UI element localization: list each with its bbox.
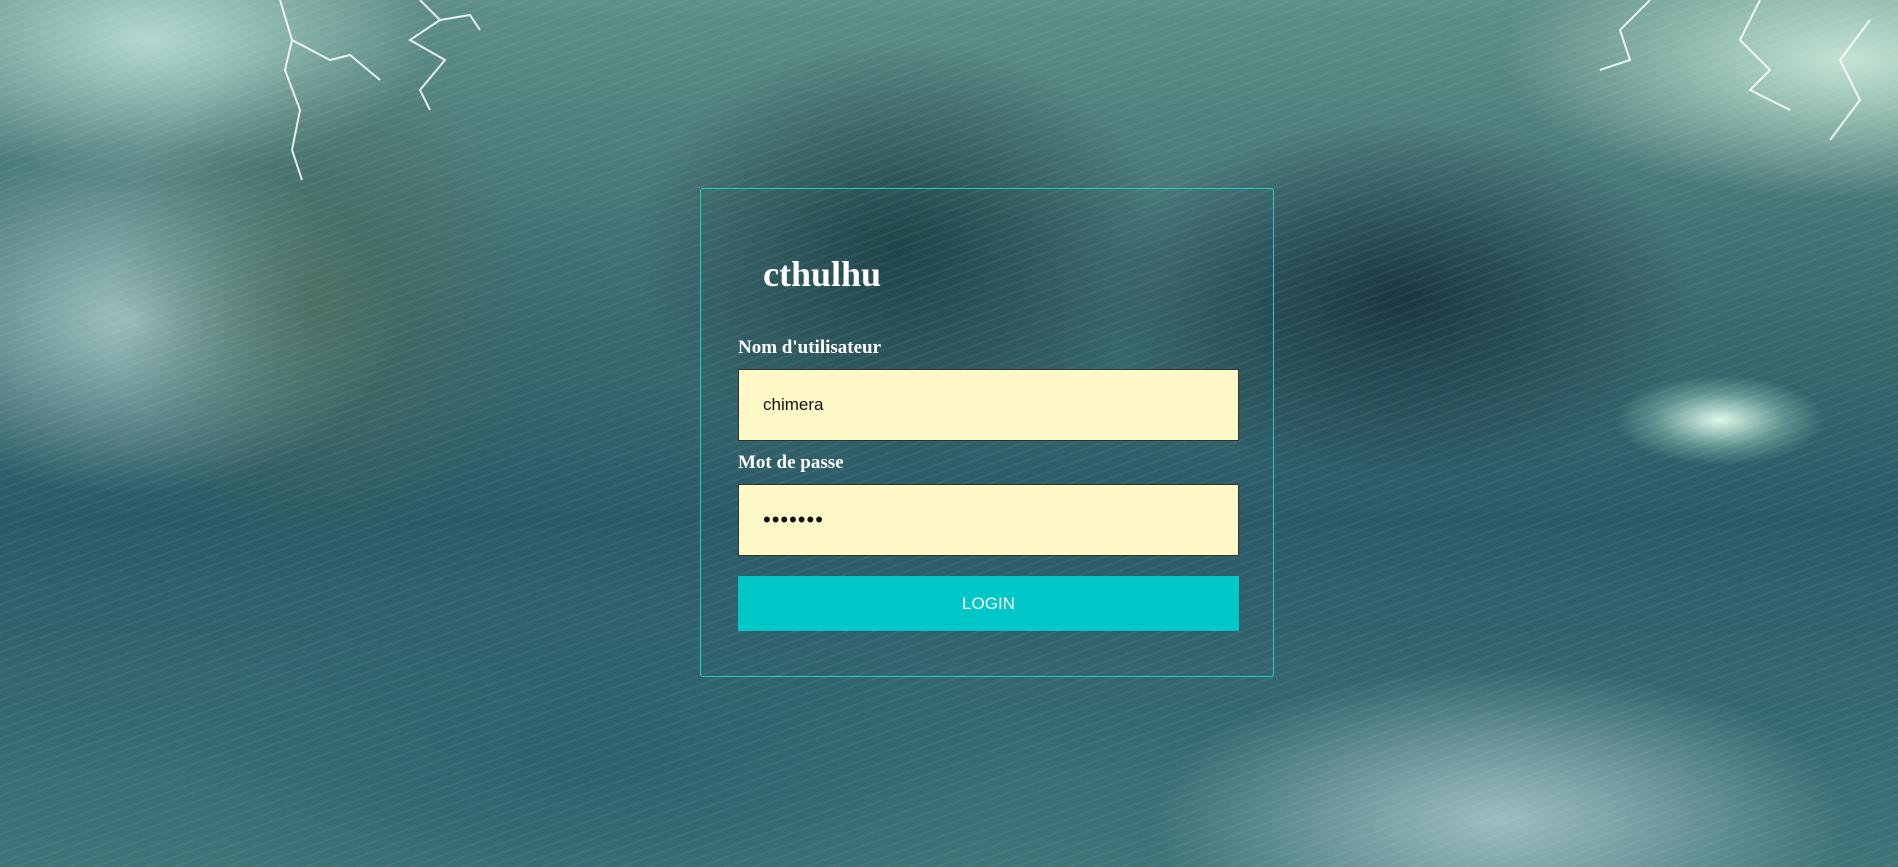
- login-button[interactable]: LOGIN: [738, 576, 1239, 631]
- username-field[interactable]: [738, 369, 1239, 441]
- username-label: Nom d'utilisateur: [738, 337, 882, 358]
- login-card: cthulhu Nom d'utilisateur Mot de passe L…: [700, 188, 1274, 677]
- password-label: Mot de passe: [738, 452, 844, 473]
- password-field[interactable]: [738, 484, 1239, 556]
- app-title: cthulhu: [763, 254, 882, 294]
